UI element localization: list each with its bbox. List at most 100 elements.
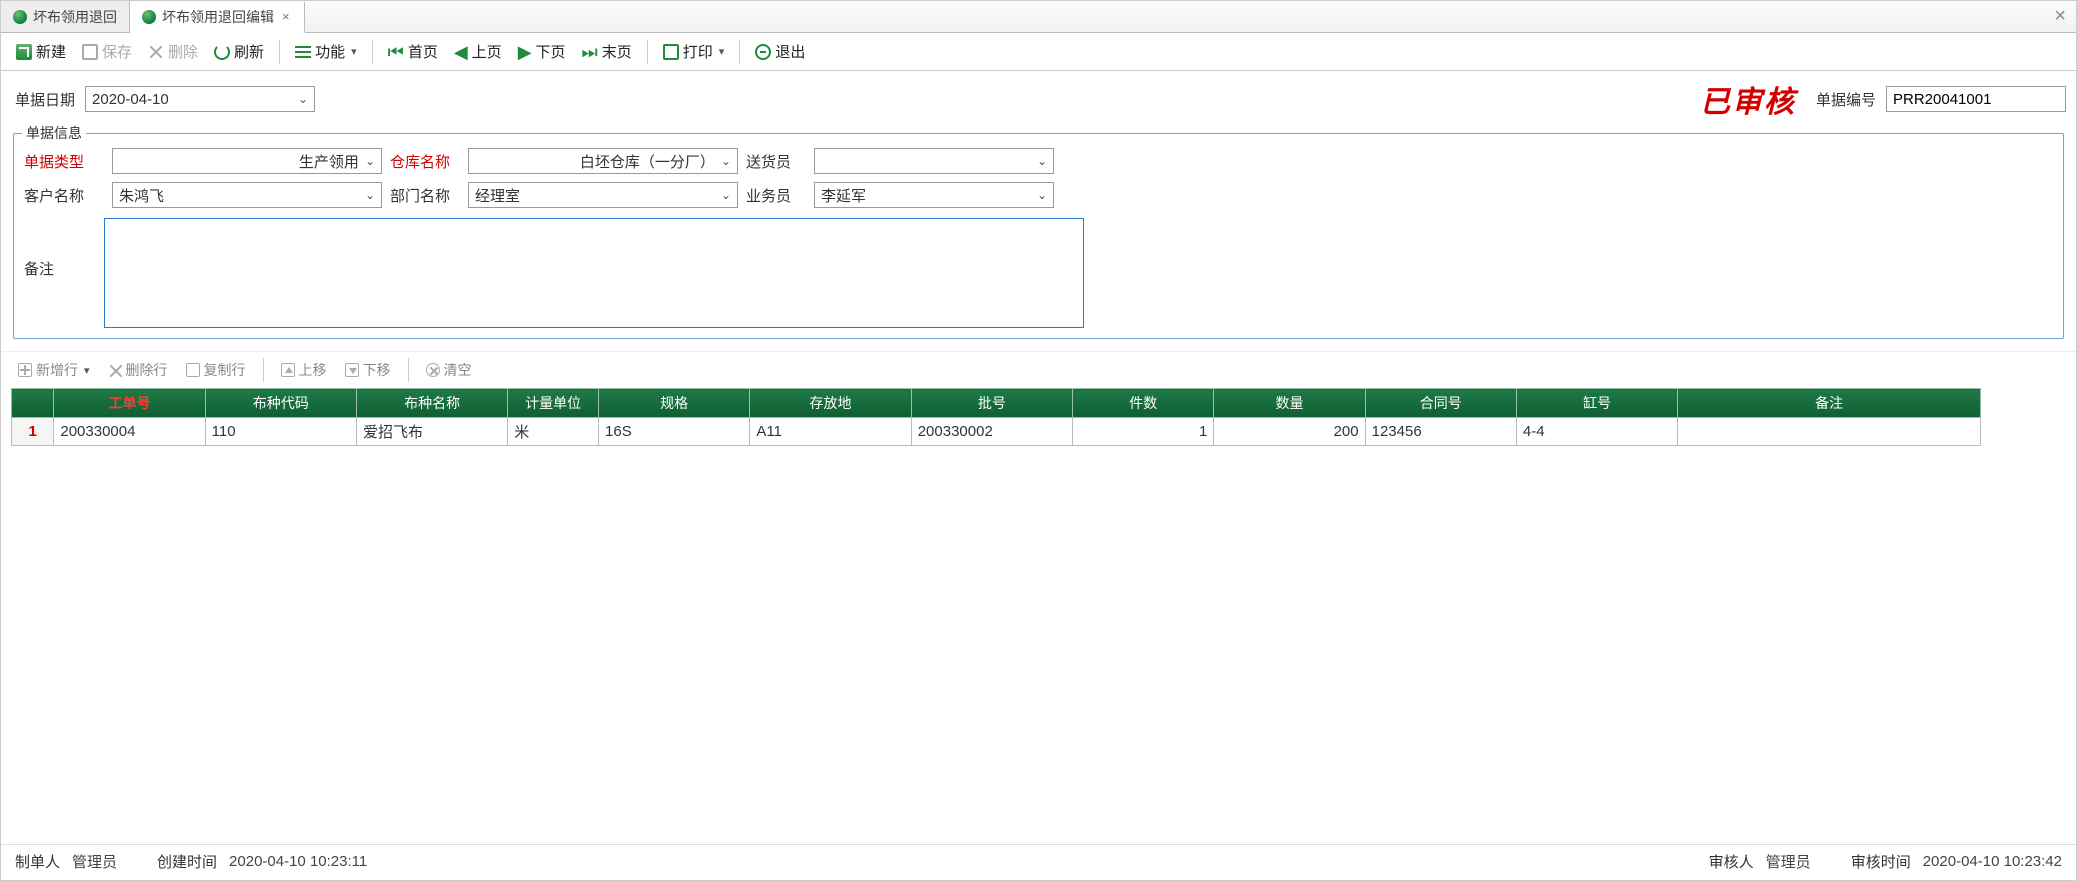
cell-pieces[interactable]: 1 bbox=[1073, 418, 1214, 446]
doc-number-input[interactable] bbox=[1886, 86, 2066, 112]
save-icon bbox=[82, 44, 98, 60]
chevron-down-icon: ⌄ bbox=[1037, 154, 1047, 168]
cell-unit[interactable]: 米 bbox=[508, 418, 599, 446]
new-button[interactable]: 新建 bbox=[9, 37, 73, 66]
col-work-order[interactable]: 工单号 bbox=[54, 389, 205, 418]
customer-label: 客户名称 bbox=[24, 185, 104, 206]
globe-icon bbox=[142, 10, 156, 24]
customer-select[interactable]: 朱鸿飞 ⌄ bbox=[112, 182, 382, 208]
fieldset-legend: 单据信息 bbox=[22, 123, 86, 143]
chevron-down-icon: ⌄ bbox=[365, 154, 375, 168]
col-vat-no[interactable]: 缸号 bbox=[1516, 389, 1677, 418]
remark-label: 备注 bbox=[24, 218, 94, 279]
deliverer-select[interactable]: ⌄ bbox=[814, 148, 1054, 174]
dept-select[interactable]: 经理室 ⌄ bbox=[468, 182, 738, 208]
refresh-button[interactable]: 刷新 bbox=[207, 37, 271, 66]
last-icon: ⏭ bbox=[582, 43, 598, 61]
last-page-button[interactable]: ⏭ 末页 bbox=[575, 37, 639, 66]
col-location[interactable]: 存放地 bbox=[750, 389, 911, 418]
cell-qty[interactable]: 200 bbox=[1214, 418, 1365, 446]
chevron-down-icon: ⌄ bbox=[1037, 188, 1047, 202]
create-time-label: 创建时间 bbox=[157, 851, 217, 872]
grid-header-row: 工单号 布种代码 布种名称 计量单位 规格 存放地 批号 件数 数量 合同号 缸… bbox=[12, 389, 1981, 418]
tab-close-icon[interactable]: × bbox=[280, 9, 292, 24]
warehouse-select[interactable]: 白坯仓库（一分厂） ⌄ bbox=[468, 148, 738, 174]
chevron-down-icon: ⌄ bbox=[721, 188, 731, 202]
globe-icon bbox=[13, 10, 27, 24]
bill-date-label: 单据日期 bbox=[15, 89, 75, 110]
chevron-down-icon: ⌄ bbox=[365, 188, 375, 202]
cell-vat-no[interactable]: 4-4 bbox=[1516, 418, 1677, 446]
separator bbox=[263, 358, 264, 382]
salesman-select[interactable]: 李延军 ⌄ bbox=[814, 182, 1054, 208]
prev-page-button[interactable]: ◀ 上页 bbox=[447, 37, 509, 66]
bill-info-fieldset: 单据信息 单据类型 生产领用 ⌄ 仓库名称 白坯仓库（一分厂） ⌄ 送货员 ⌄ … bbox=[13, 133, 2064, 339]
creator-value: 管理员 bbox=[72, 851, 117, 872]
copy-row-button[interactable]: 复制行 bbox=[179, 356, 253, 384]
create-time-value: 2020-04-10 10:23:11 bbox=[229, 853, 367, 870]
clear-icon bbox=[426, 363, 440, 377]
col-contract[interactable]: 合同号 bbox=[1365, 389, 1516, 418]
table-row[interactable]: 1 200330004 110 爱招飞布 米 16S A11 200330002… bbox=[12, 418, 1981, 446]
creator-label: 制单人 bbox=[15, 851, 60, 872]
exit-button[interactable]: 退出 bbox=[748, 37, 812, 66]
first-page-button[interactable]: ⏮ 首页 bbox=[381, 37, 445, 66]
cell-fabric-name[interactable]: 爱招飞布 bbox=[356, 418, 507, 446]
delete-row-button[interactable]: 删除行 bbox=[101, 356, 175, 384]
print-button[interactable]: 打印 bbox=[656, 37, 732, 66]
delete-button[interactable]: 删除 bbox=[141, 37, 205, 66]
col-remark[interactable]: 备注 bbox=[1678, 389, 1981, 418]
close-all-icon[interactable]: × bbox=[2054, 5, 2066, 28]
cell-work-order[interactable]: 200330004 bbox=[54, 418, 205, 446]
cell-contract[interactable]: 123456 bbox=[1365, 418, 1516, 446]
refresh-icon bbox=[214, 44, 230, 60]
col-spec[interactable]: 规格 bbox=[599, 389, 750, 418]
first-icon: ⏮ bbox=[388, 43, 404, 61]
separator bbox=[279, 40, 280, 64]
warehouse-label: 仓库名称 bbox=[390, 151, 460, 172]
cell-remark[interactable] bbox=[1678, 418, 1981, 446]
col-qty[interactable]: 数量 bbox=[1214, 389, 1365, 418]
audit-time-label: 审核时间 bbox=[1851, 851, 1911, 872]
move-down-button[interactable]: 下移 bbox=[338, 356, 398, 384]
cell-batch[interactable]: 200330002 bbox=[911, 418, 1072, 446]
separator bbox=[739, 40, 740, 64]
col-pieces[interactable]: 件数 bbox=[1073, 389, 1214, 418]
doc-number-label: 单据编号 bbox=[1816, 89, 1876, 110]
col-rownum[interactable] bbox=[12, 389, 54, 418]
list-icon bbox=[295, 44, 311, 60]
exit-icon bbox=[755, 44, 771, 60]
delete-icon bbox=[148, 44, 164, 60]
tab-return-edit[interactable]: 坏布领用退回编辑 × bbox=[130, 2, 305, 33]
cell-spec[interactable]: 16S bbox=[599, 418, 750, 446]
col-fabric-name[interactable]: 布种名称 bbox=[356, 389, 507, 418]
prev-icon: ◀ bbox=[454, 43, 468, 61]
grid-wrap: 工单号 布种代码 布种名称 计量单位 规格 存放地 批号 件数 数量 合同号 缸… bbox=[1, 388, 2076, 844]
move-up-button[interactable]: 上移 bbox=[274, 356, 334, 384]
save-button[interactable]: 保存 bbox=[75, 37, 139, 66]
cell-rownum: 1 bbox=[12, 418, 54, 446]
col-fabric-code[interactable]: 布种代码 bbox=[205, 389, 356, 418]
bill-date-select[interactable]: 2020-04-10 ⌄ bbox=[85, 86, 315, 112]
dept-value: 经理室 bbox=[475, 185, 520, 206]
next-page-button[interactable]: ▶ 下页 bbox=[511, 37, 573, 66]
separator bbox=[647, 40, 648, 64]
col-unit[interactable]: 计量单位 bbox=[508, 389, 599, 418]
function-button[interactable]: 功能 bbox=[288, 37, 364, 66]
remark-textarea[interactable] bbox=[104, 218, 1084, 328]
cell-location[interactable]: A11 bbox=[750, 418, 911, 446]
add-row-button[interactable]: 新增行 bbox=[11, 356, 97, 384]
tab-return-list[interactable]: 坏布领用退回 bbox=[1, 1, 130, 32]
cell-fabric-code[interactable]: 110 bbox=[205, 418, 356, 446]
up-icon bbox=[281, 363, 295, 377]
clear-button[interactable]: 清空 bbox=[419, 356, 479, 384]
status-bar: 制单人 管理员 创建时间 2020-04-10 10:23:11 审核人 管理员… bbox=[1, 844, 2076, 880]
data-grid[interactable]: 工单号 布种代码 布种名称 计量单位 规格 存放地 批号 件数 数量 合同号 缸… bbox=[11, 388, 1981, 446]
tab-bar: 坏布领用退回 坏布领用退回编辑 × × bbox=[1, 1, 2076, 33]
col-batch[interactable]: 批号 bbox=[911, 389, 1072, 418]
auditor-label: 审核人 bbox=[1709, 851, 1754, 872]
tab-label: 坏布领用退回 bbox=[33, 7, 117, 27]
chevron-down-icon: ⌄ bbox=[721, 154, 731, 168]
bill-type-select[interactable]: 生产领用 ⌄ bbox=[112, 148, 382, 174]
bill-type-value: 生产领用 bbox=[119, 151, 365, 172]
